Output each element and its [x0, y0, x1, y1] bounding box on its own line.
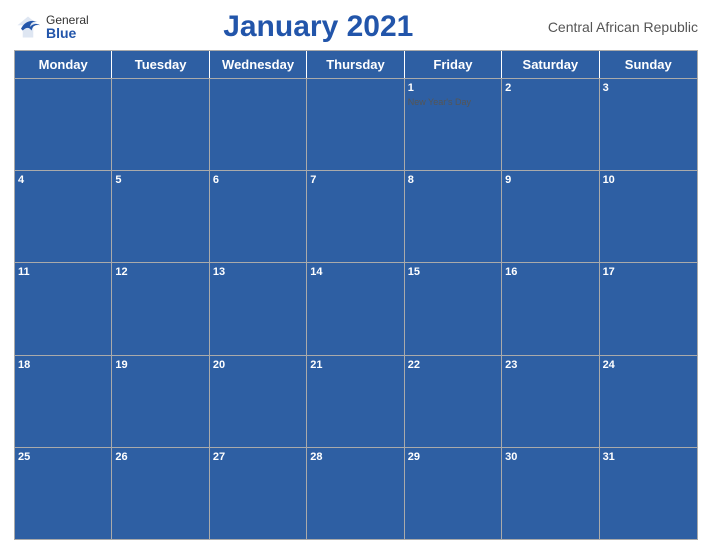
day-number: 27: [213, 450, 303, 465]
day-number: 24: [603, 358, 694, 373]
day-number: 31: [603, 450, 694, 465]
page: General Blue January 2021 Central Africa…: [0, 0, 712, 550]
week-row-1: 1New Year's Day23: [15, 78, 697, 170]
day-number: 26: [115, 450, 205, 465]
cal-cell: 9: [502, 171, 599, 262]
cal-cell: 1New Year's Day: [405, 79, 502, 170]
cal-cell: 26: [112, 448, 209, 539]
country-name: Central African Republic: [548, 19, 698, 35]
cal-cell: 4: [15, 171, 112, 262]
cal-cell: 8: [405, 171, 502, 262]
day-header-sunday: Sunday: [600, 51, 697, 78]
cal-cell: 11: [15, 263, 112, 354]
day-number: 20: [213, 358, 303, 373]
cal-cell: 30: [502, 448, 599, 539]
cal-cell: 21: [307, 356, 404, 447]
cal-cell: 24: [600, 356, 697, 447]
day-number: 21: [310, 358, 400, 373]
day-header-thursday: Thursday: [307, 51, 404, 78]
day-number: 10: [603, 173, 694, 188]
week-row-2: 456789 10: [15, 170, 697, 262]
cal-cell: 31: [600, 448, 697, 539]
cal-cell: [112, 79, 209, 170]
day-number: 2: [505, 81, 595, 96]
day-header-wednesday: Wednesday: [210, 51, 307, 78]
calendar-body: 1New Year's Day2345678910111213141516171…: [15, 78, 697, 539]
day-number: 13: [213, 265, 303, 280]
cal-cell: 14: [307, 263, 404, 354]
cal-cell: 29: [405, 448, 502, 539]
day-number: 14: [310, 265, 400, 280]
day-number: 11: [18, 265, 108, 280]
day-number: 16: [505, 265, 595, 280]
cal-cell: 20: [210, 356, 307, 447]
cal-cell: 28: [307, 448, 404, 539]
logo-text: General Blue: [46, 14, 89, 40]
cal-cell: 2: [502, 79, 599, 170]
day-number: 9: [505, 173, 595, 188]
day-header-friday: Friday: [405, 51, 502, 78]
cal-cell: 16: [502, 263, 599, 354]
calendar-header-row: MondayTuesdayWednesdayThursdayFridaySatu…: [15, 51, 697, 78]
cal-cell: [15, 79, 112, 170]
logo: General Blue: [14, 13, 89, 41]
cal-cell: 17: [600, 263, 697, 354]
day-number: 30: [505, 450, 595, 465]
cal-cell: 10: [600, 171, 697, 262]
title-section: January 2021: [89, 10, 548, 44]
cal-cell: 23: [502, 356, 599, 447]
day-number: 8: [408, 173, 498, 188]
header: General Blue January 2021 Central Africa…: [14, 10, 698, 44]
day-number: 29: [408, 450, 498, 465]
day-header-saturday: Saturday: [502, 51, 599, 78]
logo-blue-text: Blue: [46, 26, 89, 40]
generalblue-logo-icon: [14, 13, 42, 41]
calendar: MondayTuesdayWednesdayThursdayFridaySatu…: [14, 50, 698, 540]
cal-cell: 19: [112, 356, 209, 447]
cal-cell: 12: [112, 263, 209, 354]
day-number: 15: [408, 265, 498, 280]
cal-cell: 3: [600, 79, 697, 170]
day-number: 17: [603, 265, 694, 280]
day-number: 1: [408, 81, 498, 96]
day-number: 12: [115, 265, 205, 280]
week-row-5: 25 26 27 28 29 30 31: [15, 447, 697, 539]
cal-cell: 18: [15, 356, 112, 447]
cal-cell: 27: [210, 448, 307, 539]
cal-cell: 25: [15, 448, 112, 539]
day-number: 7: [310, 173, 400, 188]
day-header-tuesday: Tuesday: [112, 51, 209, 78]
calendar-title: January 2021: [89, 10, 548, 44]
cal-cell: 22: [405, 356, 502, 447]
day-number: 23: [505, 358, 595, 373]
day-number: 4: [18, 173, 108, 188]
cal-cell: [210, 79, 307, 170]
day-number: 18: [18, 358, 108, 373]
week-row-3: 11 12 13 14 15 16 17: [15, 262, 697, 354]
cal-cell: [307, 79, 404, 170]
cal-cell: 7: [307, 171, 404, 262]
day-number: 6: [213, 173, 303, 188]
day-number: 3: [603, 81, 694, 96]
cal-cell: 13: [210, 263, 307, 354]
day-number: 25: [18, 450, 108, 465]
day-number: 5: [115, 173, 205, 188]
day-header-monday: Monday: [15, 51, 112, 78]
cal-cell: 6: [210, 171, 307, 262]
cal-cell: 15: [405, 263, 502, 354]
day-number: 22: [408, 358, 498, 373]
week-row-4: 18 19 20 21 22 23 24: [15, 355, 697, 447]
event-label: New Year's Day: [408, 97, 498, 109]
day-number: 28: [310, 450, 400, 465]
cal-cell: 5: [112, 171, 209, 262]
day-number: 19: [115, 358, 205, 373]
